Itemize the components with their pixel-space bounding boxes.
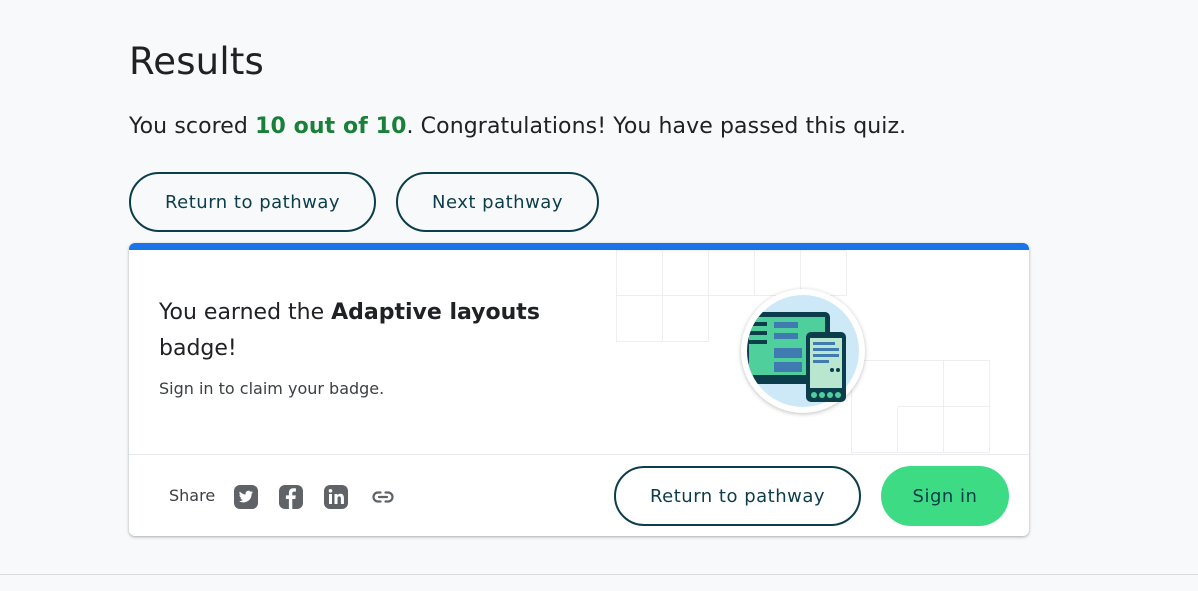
linkedin-icon[interactable] (323, 484, 349, 510)
card-return-to-pathway-button[interactable]: Return to pathway (614, 466, 861, 526)
sign-in-button[interactable]: Sign in (881, 466, 1009, 526)
score-message: You scored 10 out of 10. Congratulations… (129, 114, 906, 139)
badge-image (741, 289, 865, 413)
page-title: Results (129, 40, 265, 83)
decorative-grid (851, 360, 990, 453)
link-icon[interactable] (370, 484, 396, 510)
next-pathway-button[interactable]: Next pathway (396, 172, 599, 232)
badge-card: You earned the Adaptive layouts badge! S… (129, 243, 1029, 536)
footer-divider (0, 574, 1198, 575)
share-label: Share (169, 486, 216, 505)
card-accent-bar (129, 243, 1029, 250)
score-suffix: . Congratulations! You have passed this … (406, 114, 907, 139)
earned-suffix: badge! (159, 336, 237, 361)
adaptive-layouts-badge-icon (747, 295, 859, 407)
earned-prefix: You earned the (159, 300, 332, 325)
score-prefix: You scored (129, 114, 256, 139)
score-value: 10 out of 10 (255, 114, 407, 139)
badge-earned-message: You earned the Adaptive layouts badge! (159, 295, 579, 367)
badge-name: Adaptive layouts (331, 300, 540, 325)
card-divider (129, 454, 1029, 455)
return-to-pathway-button[interactable]: Return to pathway (129, 172, 376, 232)
twitter-icon[interactable] (233, 484, 259, 510)
claim-badge-text: Sign in to claim your badge. (159, 379, 385, 398)
facebook-icon[interactable] (278, 484, 304, 510)
